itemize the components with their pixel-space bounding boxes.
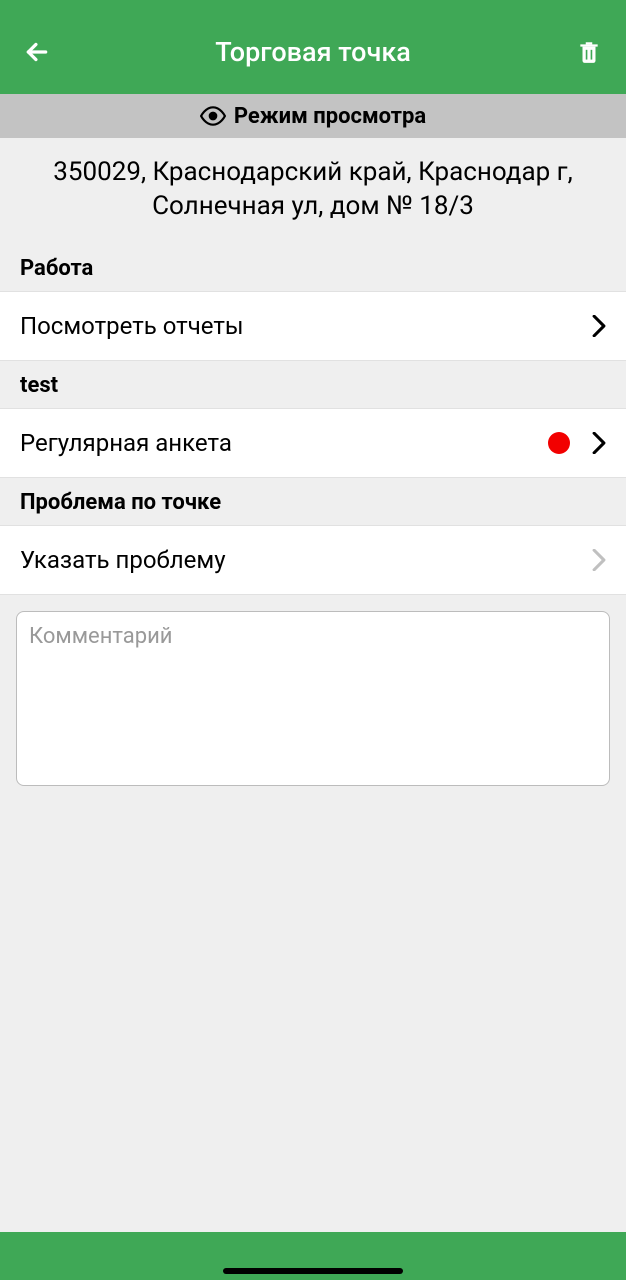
page-title: Торговая точка <box>52 36 574 68</box>
chevron-right-icon <box>592 315 606 337</box>
eye-icon <box>200 103 226 129</box>
address-text: 350029, Краснодарский край, Краснодар г,… <box>0 138 626 244</box>
view-reports-item[interactable]: Посмотреть отчеты <box>0 291 626 361</box>
view-mode-bar: Режим просмотра <box>0 94 626 138</box>
list-item-label: Регулярная анкета <box>20 429 232 457</box>
comment-box <box>16 611 610 786</box>
delete-button[interactable] <box>574 37 604 67</box>
home-indicator <box>223 1268 403 1274</box>
comment-input[interactable] <box>29 624 597 773</box>
section-header-test: test <box>0 361 626 408</box>
section-header-problem: Проблема по точке <box>0 478 626 525</box>
list-item-label: Указать проблему <box>20 546 226 574</box>
back-button[interactable] <box>22 37 52 67</box>
regular-survey-item[interactable]: Регулярная анкета <box>0 408 626 478</box>
chevron-right-icon <box>592 549 606 571</box>
status-dot-icon <box>548 432 570 454</box>
app-header: Торговая точка <box>0 0 626 94</box>
chevron-right-icon <box>592 432 606 454</box>
report-problem-item[interactable]: Указать проблему <box>0 525 626 595</box>
section-header-work: Работа <box>0 244 626 291</box>
list-item-label: Посмотреть отчеты <box>20 312 244 340</box>
bottom-bar <box>0 1232 626 1280</box>
view-mode-label: Режим просмотра <box>234 104 426 129</box>
